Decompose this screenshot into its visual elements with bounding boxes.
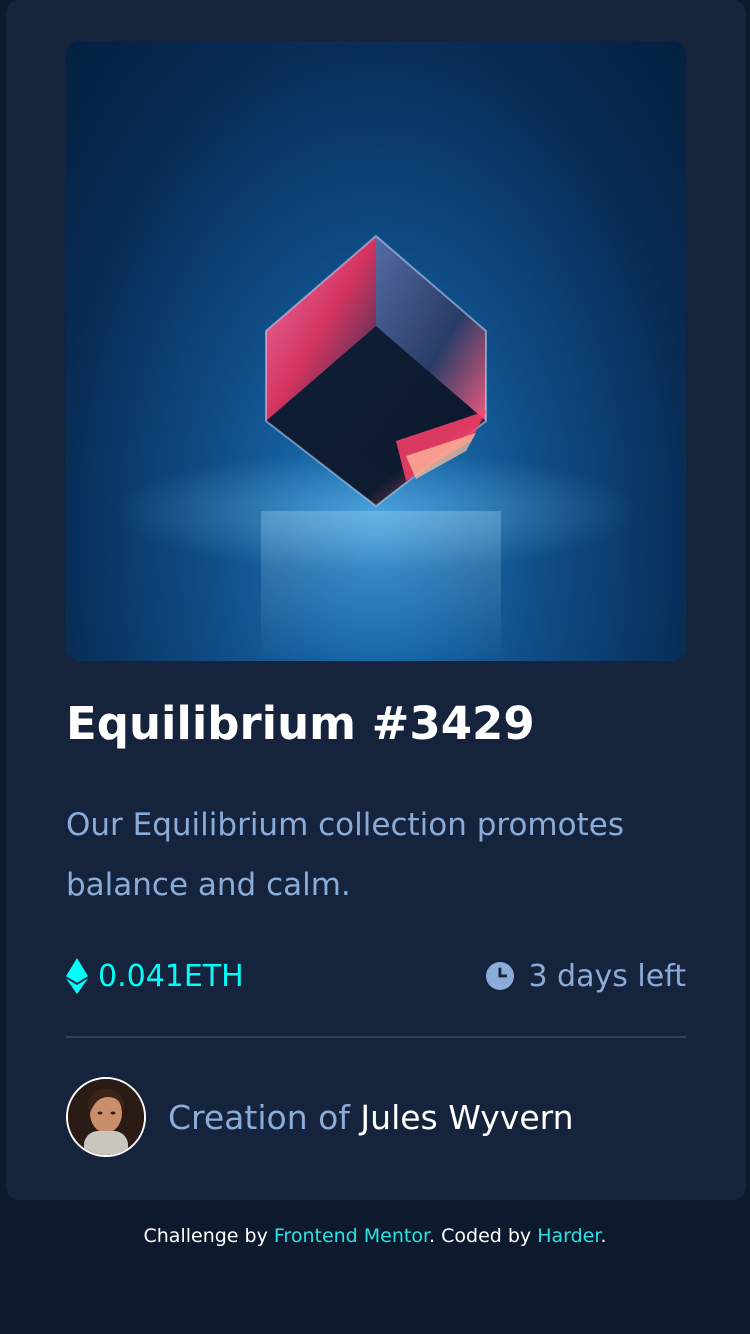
attribution-challenge-text: Challenge by bbox=[143, 1225, 268, 1247]
crystal-cube-image bbox=[116, 234, 636, 661]
time-left-value: 3 days left bbox=[528, 958, 686, 994]
divider bbox=[66, 1036, 686, 1038]
creator-name[interactable]: Jules Wyvern bbox=[360, 1098, 573, 1137]
time-left: 3 days left bbox=[486, 950, 686, 1002]
price-value: 0.041ETH bbox=[98, 958, 244, 994]
creator: Creation of Jules Wyvern bbox=[66, 1077, 574, 1157]
creator-text: Creation of Jules Wyvern bbox=[168, 1098, 574, 1137]
clock-icon bbox=[486, 962, 515, 990]
avatar bbox=[66, 1077, 146, 1157]
creator-prefix: Creation of bbox=[168, 1097, 350, 1137]
attribution-end: . bbox=[600, 1225, 607, 1247]
frontend-mentor-link[interactable]: Frontend Mentor bbox=[274, 1225, 429, 1247]
nft-image[interactable] bbox=[66, 41, 686, 661]
price: 0.041ETH bbox=[66, 950, 244, 1002]
avatar-image bbox=[68, 1079, 144, 1155]
nft-card: Equilibrium #3429 Our Equilibrium collec… bbox=[6, 0, 746, 1200]
attribution: Challenge by Frontend Mentor. Coded by H… bbox=[0, 1222, 750, 1250]
card-stats: 0.041ETH 3 days left bbox=[66, 950, 686, 1002]
attribution-separator: . Coded by bbox=[429, 1225, 532, 1247]
coder-link[interactable]: Harder bbox=[537, 1225, 600, 1247]
card-title[interactable]: Equilibrium #3429 bbox=[66, 694, 535, 754]
card-description: Our Equilibrium collection promotes bala… bbox=[66, 807, 624, 903]
ethereum-icon bbox=[66, 958, 88, 994]
